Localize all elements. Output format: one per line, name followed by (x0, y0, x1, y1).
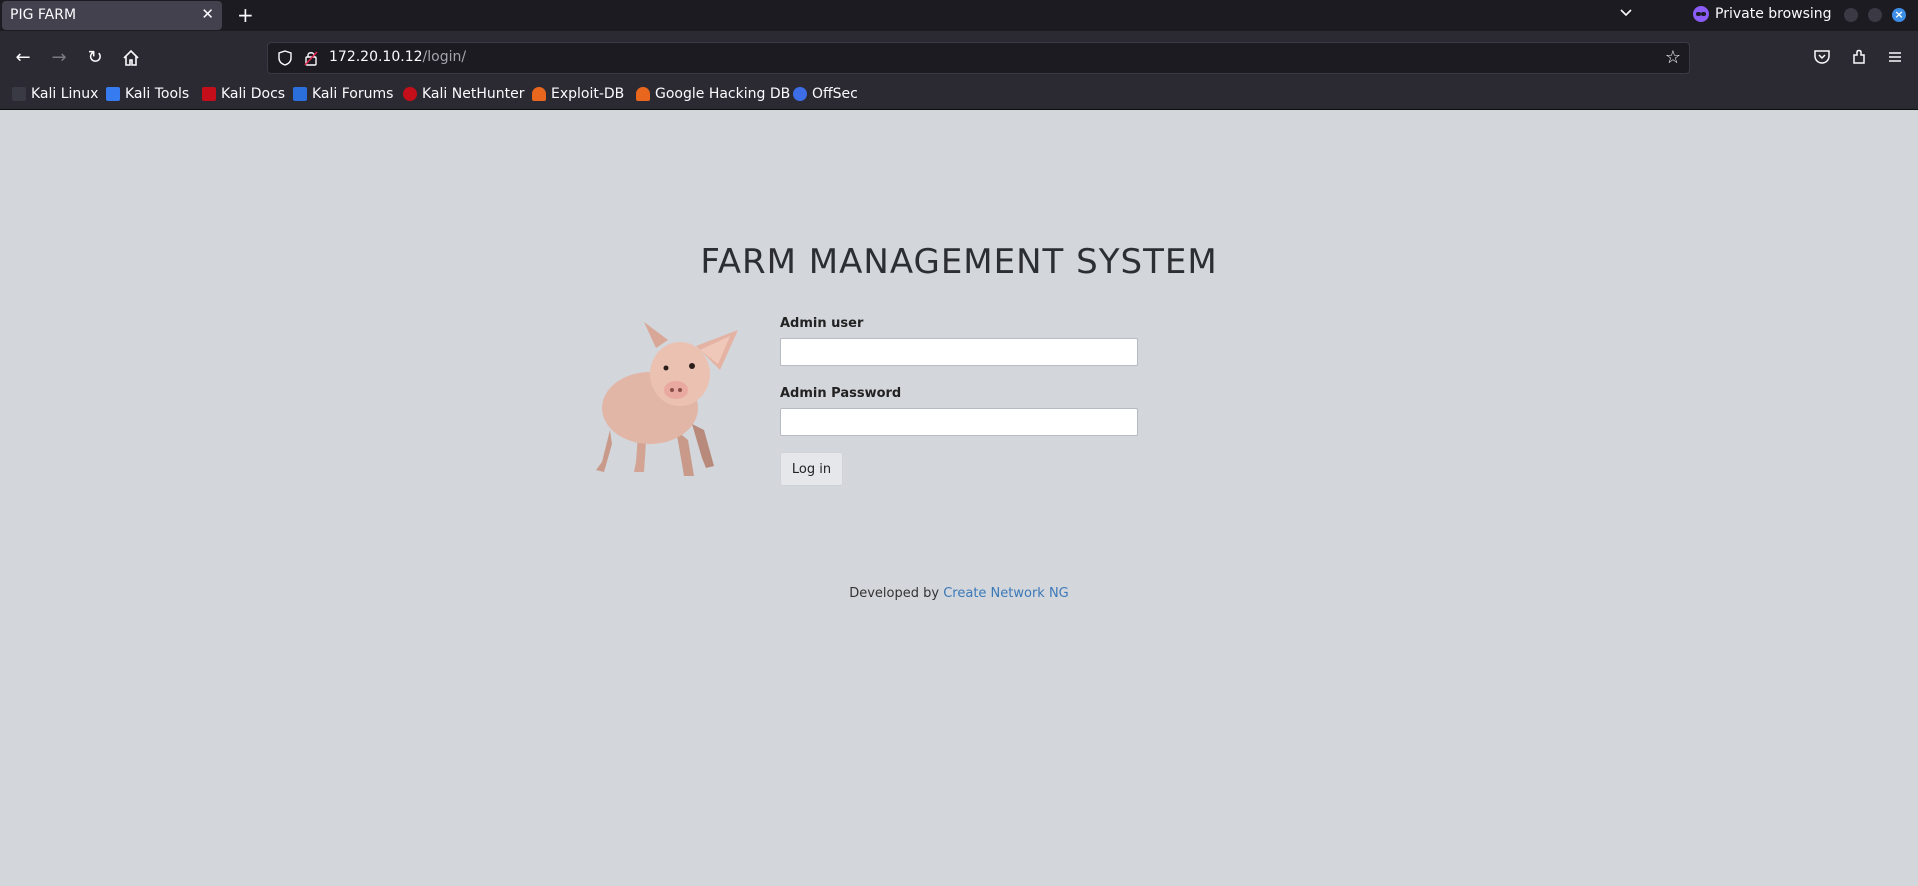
private-mask-icon (1693, 6, 1709, 22)
home-icon[interactable] (121, 48, 141, 68)
kali-dragon-icon (12, 87, 26, 101)
bookmarks-toolbar: Kali Linux Kali Tools Kali Docs Kali For… (0, 83, 1918, 110)
bookmark-label: OffSec (812, 86, 858, 102)
admin-user-label: Admin user (780, 316, 864, 331)
admin-password-input[interactable] (780, 408, 1138, 436)
pocket-icon[interactable] (1813, 48, 1831, 66)
admin-password-label: Admin Password (780, 386, 902, 401)
bookmark-label: Kali Tools (125, 86, 190, 102)
pig-image (596, 322, 738, 476)
bookmark-kali-forums[interactable]: Kali Forums (293, 86, 393, 102)
bookmark-offsec[interactable]: OffSec (793, 86, 858, 102)
footer: Developed by Create Network NG (0, 586, 1918, 601)
tab-title: PIG FARM (10, 7, 77, 23)
private-browsing-indicator: Private browsing (1693, 6, 1832, 22)
offsec-icon (793, 87, 807, 101)
shield-icon[interactable] (278, 50, 292, 66)
kali-tools-icon (106, 87, 120, 101)
bookmark-kali-tools[interactable]: Kali Tools (106, 86, 189, 102)
login-button[interactable]: Log in (780, 452, 843, 486)
tab-pig-farm[interactable]: PIG FARM ✕ (2, 1, 222, 30)
menu-icon[interactable] (1886, 48, 1904, 66)
bookmark-label: Kali Linux (31, 86, 99, 102)
bookmark-kali-linux[interactable]: Kali Linux (12, 86, 98, 102)
address-bar[interactable]: 172.20.10.12/login/ ☆ (267, 42, 1690, 74)
maximize-button[interactable] (1868, 8, 1882, 22)
bookmark-label: Kali Forums (312, 86, 394, 102)
ghdb-icon (636, 87, 650, 101)
url-path: /login/ (422, 49, 467, 65)
bookmark-label: Kali Docs (221, 86, 286, 102)
page-title: FARM MANAGEMENT SYSTEM (700, 242, 1218, 282)
url-text[interactable]: 172.20.10.12/login/ (329, 49, 466, 65)
footer-prefix: Developed by (849, 586, 940, 601)
kali-nethunter-icon (403, 87, 417, 101)
back-icon[interactable]: ← (13, 48, 33, 68)
bookmark-kali-nethunter[interactable]: Kali NetHunter (403, 86, 524, 102)
chevron-down-icon[interactable] (1619, 6, 1633, 20)
bookmark-kali-docs[interactable]: Kali Docs (202, 86, 285, 102)
exploit-db-icon (532, 87, 546, 101)
bookmark-label: Exploit-DB (551, 86, 625, 102)
kali-forums-icon (293, 87, 307, 101)
bookmark-google-hacking-db[interactable]: Google Hacking DB (636, 86, 790, 102)
kali-docs-icon (202, 87, 216, 101)
extensions-icon[interactable] (1850, 48, 1868, 66)
bookmark-label: Google Hacking DB (655, 86, 791, 102)
tab-close-icon[interactable]: ✕ (201, 5, 214, 23)
private-browsing-label: Private browsing (1715, 6, 1832, 22)
minimize-button[interactable] (1844, 8, 1858, 22)
reload-icon[interactable]: ↻ (85, 48, 105, 68)
tab-strip: PIG FARM ✕ + Private browsing × (0, 0, 1918, 31)
insecure-lock-icon[interactable] (304, 50, 318, 66)
bookmark-star-icon[interactable]: ☆ (1665, 47, 1681, 68)
bookmark-exploit-db[interactable]: Exploit-DB (532, 86, 624, 102)
developer-link[interactable]: Create Network NG (943, 586, 1069, 601)
admin-user-input[interactable] (780, 338, 1138, 366)
bookmark-label: Kali NetHunter (422, 86, 525, 102)
close-window-button[interactable]: × (1892, 8, 1906, 22)
new-tab-button[interactable]: + (237, 3, 254, 27)
forward-icon[interactable]: → (49, 48, 69, 68)
url-host: 172.20.10.12 (329, 49, 423, 65)
